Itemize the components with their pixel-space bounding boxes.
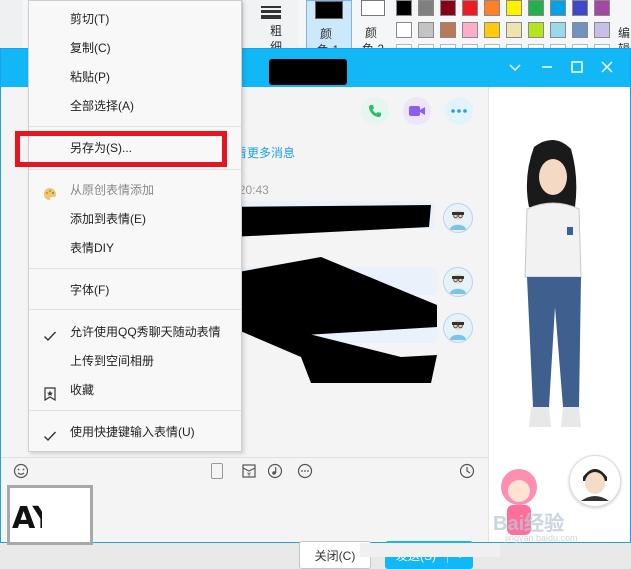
avatar[interactable] (443, 267, 473, 297)
palette-swatch[interactable] (594, 22, 610, 38)
palette-swatch[interactable] (550, 22, 566, 38)
palette-swatch[interactable] (528, 0, 544, 16)
close-icon[interactable] (599, 59, 615, 75)
menu-separator (29, 268, 241, 269)
more-options-button[interactable] (445, 97, 473, 125)
palette-swatch[interactable] (550, 0, 566, 16)
checkmark-icon (43, 425, 57, 442)
menu-item-shortcut-input[interactable]: 使用快捷键输入表情(U) (29, 418, 241, 446)
red-packet-icon[interactable]: ¥ (241, 463, 257, 479)
palette-swatch[interactable] (484, 0, 500, 16)
menu-item-add-from-original: 从原创表情添加 (29, 176, 241, 204)
color1-swatch (315, 1, 343, 19)
bottom-strip (360, 543, 500, 557)
qq-show-panel: Bai经验 jingyan.baidu.com (488, 87, 630, 543)
svg-text:AY: AY (12, 501, 42, 536)
menu-item-upload-album[interactable]: 上传到空间相册 (29, 347, 241, 375)
ellipsis-icon (451, 109, 467, 113)
menu-item-label: 使用快捷键输入表情(U) (70, 425, 195, 439)
palette-swatch[interactable] (418, 0, 434, 16)
video-icon (409, 106, 425, 116)
menu-item-add-to-stickers[interactable]: 添加到表情(E) (29, 205, 241, 233)
palette-swatch[interactable] (506, 0, 522, 16)
edit-label-1: 编 (618, 26, 631, 40)
pasted-image-thumbnail[interactable]: AY (7, 485, 93, 545)
palette-swatch[interactable] (484, 22, 500, 38)
bookmark-star-icon (43, 383, 57, 402)
video-call-button[interactable] (403, 97, 431, 125)
menu-item-label: 收藏 (70, 383, 95, 397)
minimize-icon[interactable] (539, 59, 555, 75)
menu-item-favorite[interactable]: 收藏 (29, 376, 241, 404)
menu-item-allow-qq-show[interactable]: 允许使用QQ秀聊天随动表情 (29, 318, 241, 346)
phone-device-icon[interactable] (211, 463, 223, 479)
palette-swatch[interactable] (462, 22, 478, 38)
user-avatar-icon (450, 320, 466, 340)
baidu-watermark-url: jingyan.baidu.com (505, 533, 578, 543)
palette-icon (43, 183, 57, 200)
palette-swatch[interactable] (506, 22, 522, 38)
palette-swatch[interactable] (440, 22, 456, 38)
menu-separator (29, 126, 241, 127)
palette-swatch[interactable] (396, 0, 412, 16)
thickness-icon (261, 4, 281, 19)
palette-swatch[interactable] (440, 0, 456, 16)
color2-swatch (361, 0, 385, 16)
palette-swatch[interactable] (572, 0, 588, 16)
baidu-watermark: Bai经验 (493, 513, 565, 535)
color2-label-1: 颜 (365, 26, 378, 40)
menu-item-select-all[interactable]: 全部选择(A) (29, 92, 241, 120)
user-avatar-icon (450, 210, 466, 230)
voice-call-button[interactable] (361, 97, 389, 125)
color1-label-1: 颜 (320, 27, 333, 41)
maximize-icon[interactable] (569, 59, 585, 75)
chevron-down-icon[interactable] (507, 59, 523, 75)
boy-avatar-icon (581, 469, 609, 501)
redacted-contact-name (269, 59, 347, 85)
user-avatar-icon (450, 274, 466, 294)
menu-item-paste[interactable]: 粘贴(P) (29, 63, 241, 91)
palette-swatch[interactable] (528, 22, 544, 38)
more-tools-icon[interactable] (297, 463, 313, 479)
palette-swatch[interactable] (418, 22, 434, 38)
palette-swatch[interactable] (572, 22, 588, 38)
emoji-icon[interactable] (13, 463, 29, 479)
menu-item-font[interactable]: 字体(F) (29, 276, 241, 304)
history-icon[interactable] (459, 463, 475, 479)
svg-text:¥: ¥ (247, 472, 251, 479)
thickness-label-1: 粗 (270, 24, 283, 38)
phone-icon (369, 105, 381, 117)
palette-swatch[interactable] (594, 0, 610, 16)
avatar[interactable] (443, 313, 473, 343)
image-content-icon: AY (12, 501, 55, 536)
menu-separator (29, 309, 241, 310)
music-icon[interactable] (267, 463, 283, 479)
menu-item-sticker-diy[interactable]: 表情DIY (29, 234, 241, 262)
input-divider (1, 457, 488, 458)
annotation-highlight-box (15, 131, 227, 167)
checkmark-icon (43, 325, 57, 342)
qq-show-character-icon (524, 139, 582, 427)
menu-separator (29, 410, 241, 411)
avatar[interactable] (443, 203, 473, 233)
palette-swatch[interactable] (462, 0, 478, 16)
qq-show-avatar-button[interactable] (569, 455, 621, 507)
context-menu: 剪切(T) 复制(C) 粘贴(P) 全部选择(A) 另存为(S)... 从原创表… (28, 0, 242, 452)
palette-swatch[interactable] (396, 22, 412, 38)
menu-item-label: 允许使用QQ秀聊天随动表情 (70, 325, 221, 339)
menu-item-label: 从原创表情添加 (70, 183, 155, 197)
menu-item-copy[interactable]: 复制(C) (29, 34, 241, 62)
menu-separator (29, 169, 241, 170)
menu-item-cut[interactable]: 剪切(T) (29, 5, 241, 33)
